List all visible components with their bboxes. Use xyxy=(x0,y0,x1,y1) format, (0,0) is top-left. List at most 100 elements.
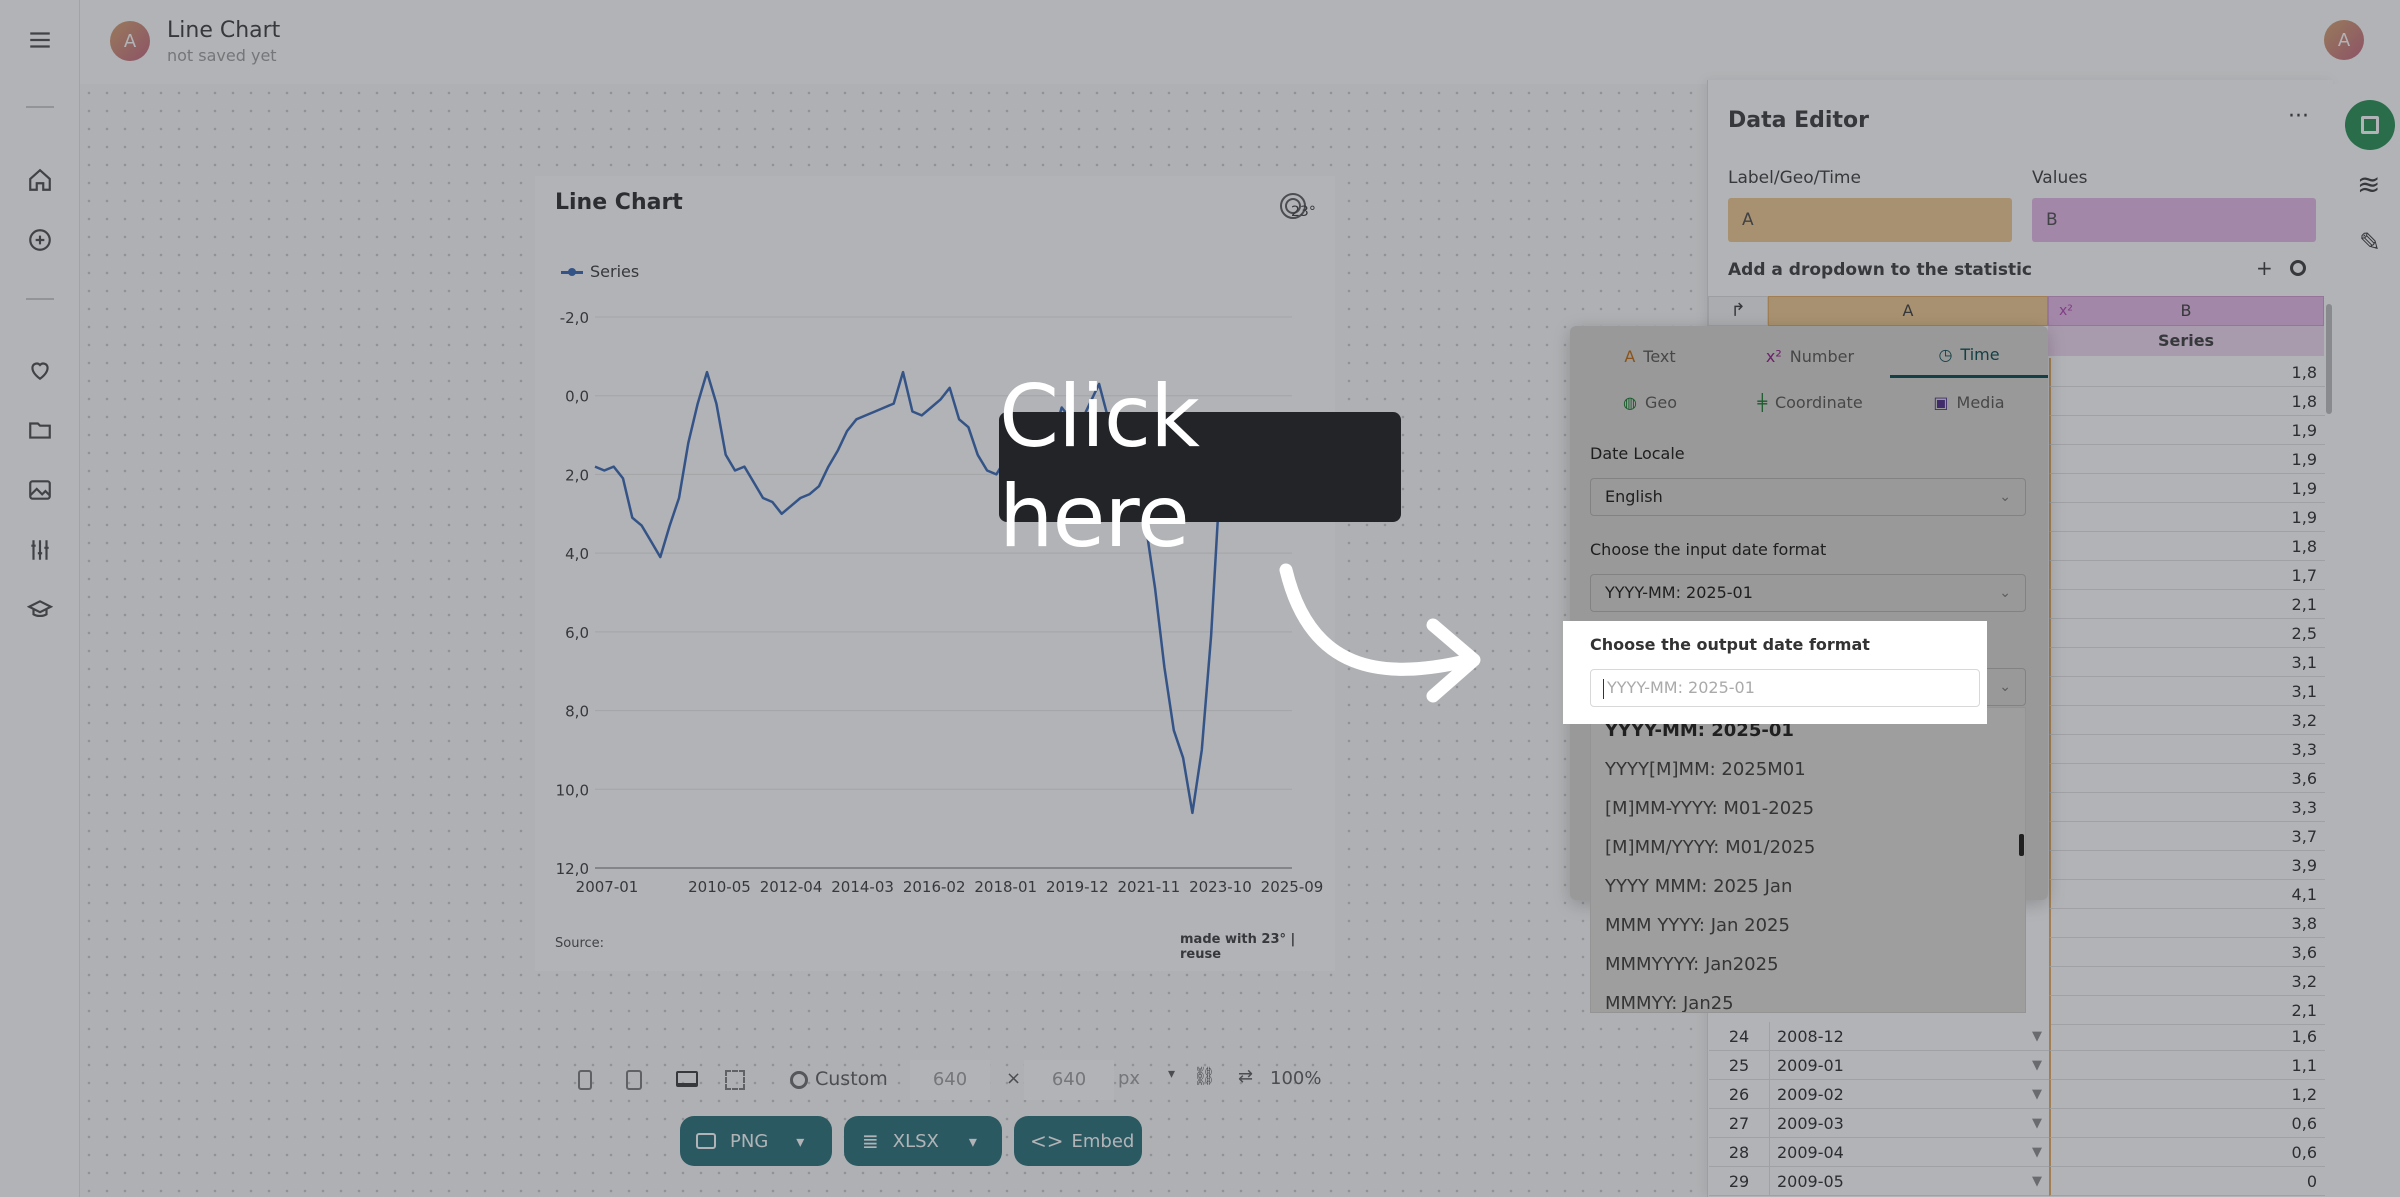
gear-icon[interactable] xyxy=(790,1071,808,1089)
sliders-icon[interactable] xyxy=(20,530,60,570)
device-mobile-icon[interactable] xyxy=(578,1070,592,1090)
cell-value[interactable]: 1,9 xyxy=(2049,503,2325,532)
graduation-cap-icon[interactable] xyxy=(20,590,60,630)
dropdown-scrollbar[interactable] xyxy=(2019,834,2024,856)
cell-value[interactable]: 3,6 xyxy=(2049,764,2325,793)
add-circle-icon[interactable] xyxy=(20,220,60,260)
format-option[interactable]: MMM YYYY: Jan 2025 xyxy=(1605,915,1790,936)
folder-icon[interactable] xyxy=(20,410,60,450)
cell-value[interactable]: 3,6 xyxy=(2049,938,2325,967)
cell-value[interactable]: 2,5 xyxy=(2049,619,2325,648)
table-row[interactable]: 25 2009-01 ▼ 1,1 xyxy=(1709,1051,2325,1080)
chevron-down-icon[interactable]: ▼ xyxy=(2027,1109,2047,1138)
hamburger-menu-icon[interactable] xyxy=(20,20,60,60)
height-input[interactable]: 640 xyxy=(1024,1060,1114,1100)
heart-icon[interactable] xyxy=(20,350,60,390)
tab-number[interactable]: x² Number xyxy=(1730,334,1890,378)
editor-menu-button[interactable]: ··· xyxy=(2288,104,2309,129)
chart-card[interactable]: Line Chart 23° Series -2,0 0,0 2,0 4,0 6,0 8,… xyxy=(535,176,1335,971)
chevron-down-icon[interactable]: ▾ xyxy=(1168,1066,1175,1082)
column-a-header[interactable]: A xyxy=(1768,296,2048,326)
cell-value[interactable]: 2,1 xyxy=(2049,590,2325,619)
cell-value[interactable]: 1,1 xyxy=(2049,1051,2325,1080)
format-option[interactable]: YYYY[M]MM: 2025M01 xyxy=(1605,759,1806,780)
device-tablet-icon[interactable] xyxy=(626,1070,642,1090)
chevron-down-icon[interactable]: ▾ xyxy=(969,1132,977,1151)
series-header-cell[interactable]: Series xyxy=(2048,326,2324,356)
zoom-level[interactable]: 100% xyxy=(1270,1068,1321,1089)
chevron-down-icon[interactable]: ▼ xyxy=(2027,1167,2047,1196)
chevron-down-icon[interactable]: ▼ xyxy=(2027,1051,2047,1080)
table-row[interactable]: 24 2008-12 ▼ 1,6 xyxy=(1709,1022,2325,1051)
chevron-down-icon[interactable]: ▼ xyxy=(2027,1138,2047,1167)
scrollbar[interactable] xyxy=(2326,304,2332,414)
tab-text[interactable]: A Text xyxy=(1570,334,1730,378)
input-format-select[interactable]: YYYY-MM: 2025-01 ⌄ xyxy=(1590,574,2026,612)
cell-value[interactable]: 1,6 xyxy=(2049,1022,2325,1051)
column-b-header[interactable]: Bx² xyxy=(2048,296,2324,326)
table-row[interactable]: 27 2009-03 ▼ 0,6 xyxy=(1709,1109,2325,1138)
cell-label[interactable]: 2009-04 xyxy=(1769,1138,2057,1167)
tab-media[interactable]: ▣ Media xyxy=(1890,380,2048,424)
date-locale-select[interactable]: English ⌄ xyxy=(1590,478,2026,516)
cell-value[interactable]: 4,1 xyxy=(2049,880,2325,909)
unit-select[interactable]: px xyxy=(1118,1068,1140,1089)
output-format-dropdown-list[interactable]: YYYY-MM: 2025-01 YYYY[M]MM: 2025M01 [M]M… xyxy=(1590,707,2026,1013)
page-title[interactable]: Line Chart xyxy=(167,18,280,43)
tab-coordinate[interactable]: ╪ Coordinate xyxy=(1730,380,1890,424)
cell-value[interactable]: 1,9 xyxy=(2049,416,2325,445)
number-type-icon[interactable]: x² xyxy=(2059,297,2073,325)
cell-value[interactable]: 1,2 xyxy=(2049,1080,2325,1109)
format-option[interactable]: [M]MM/YYYY: M01/2025 xyxy=(1605,837,1815,858)
cell-value[interactable]: 0,6 xyxy=(2049,1138,2325,1167)
label-column-selector[interactable]: A xyxy=(1728,198,2012,242)
save-button[interactable] xyxy=(2345,100,2395,150)
cell-value[interactable]: 3,1 xyxy=(2049,648,2325,677)
fullscreen-icon[interactable] xyxy=(725,1070,745,1090)
cell-value[interactable]: 3,3 xyxy=(2049,793,2325,822)
cell-value[interactable]: 2,1 xyxy=(2049,996,2325,1025)
cell-value[interactable]: 3,9 xyxy=(2049,851,2325,880)
add-dropdown-button[interactable]: + xyxy=(2256,256,2273,280)
cell-value[interactable]: 0 xyxy=(2049,1167,2325,1196)
output-format-input[interactable]: YYYY-MM: 2025-01 xyxy=(1590,669,1980,707)
cell-label[interactable]: 2008-12 xyxy=(1769,1022,2057,1051)
cell-value[interactable]: 3,2 xyxy=(2049,706,2325,735)
cell-value[interactable]: 0,6 xyxy=(2049,1109,2325,1138)
cell-value[interactable]: 1,7 xyxy=(2049,561,2325,590)
format-option[interactable]: MMMYY: Jan25 xyxy=(1605,993,1734,1012)
made-with-credit[interactable]: made with 23° | reuse xyxy=(1180,932,1335,962)
settings-gear-icon[interactable] xyxy=(2290,260,2306,276)
png-export-button[interactable]: PNG ▾ xyxy=(680,1116,832,1166)
image-icon[interactable] xyxy=(20,470,60,510)
cell-label[interactable]: 2009-01 xyxy=(1769,1051,2057,1080)
grid-corner-icon[interactable]: ↱ xyxy=(1708,296,1768,326)
table-row[interactable]: 26 2009-02 ▼ 1,2 xyxy=(1709,1080,2325,1109)
database-icon[interactable]: ≋ xyxy=(2357,168,2380,201)
chevron-down-icon[interactable]: ▾ xyxy=(796,1132,804,1151)
chevron-down-icon[interactable]: ▼ xyxy=(2027,1022,2047,1051)
project-avatar[interactable]: A xyxy=(110,21,150,61)
cell-value[interactable]: 1,8 xyxy=(2049,532,2325,561)
pencil-icon[interactable]: ✎ xyxy=(2359,228,2381,258)
line-chart-plot[interactable]: -2,0 0,0 2,0 4,0 6,0 8,0 10,0 12,02007-01 2010-0… xyxy=(535,176,1335,971)
format-option[interactable]: [M]MM-YYYY: M01-2025 xyxy=(1605,798,1814,819)
custom-size-label[interactable]: Custom xyxy=(815,1068,888,1090)
table-row[interactable]: 28 2009-04 ▼ 0,6 xyxy=(1709,1138,2325,1167)
embed-button[interactable]: <> Embed xyxy=(1014,1116,1142,1166)
home-icon[interactable] xyxy=(20,160,60,200)
format-option[interactable]: YYYY MMM: 2025 Jan xyxy=(1605,876,1792,897)
width-input[interactable]: 640 xyxy=(910,1060,990,1100)
cell-value[interactable]: 1,8 xyxy=(2049,358,2325,387)
table-row[interactable]: 29 2009-05 ▼ 0 xyxy=(1709,1167,2325,1196)
cell-label[interactable]: 2009-03 xyxy=(1769,1109,2057,1138)
cell-label[interactable]: 2009-02 xyxy=(1769,1080,2057,1109)
swap-icon[interactable]: ⇄ xyxy=(1238,1066,1253,1087)
tab-time[interactable]: ◷ Time xyxy=(1890,334,2048,378)
values-column-selector[interactable]: B xyxy=(2032,198,2316,242)
cell-value[interactable]: 3,3 xyxy=(2049,735,2325,764)
cell-value[interactable]: 3,2 xyxy=(2049,967,2325,996)
xlsx-export-button[interactable]: ≣ XLSX ▾ xyxy=(844,1116,1002,1166)
cell-value[interactable]: 1,8 xyxy=(2049,387,2325,416)
user-avatar[interactable]: A xyxy=(2324,20,2364,60)
